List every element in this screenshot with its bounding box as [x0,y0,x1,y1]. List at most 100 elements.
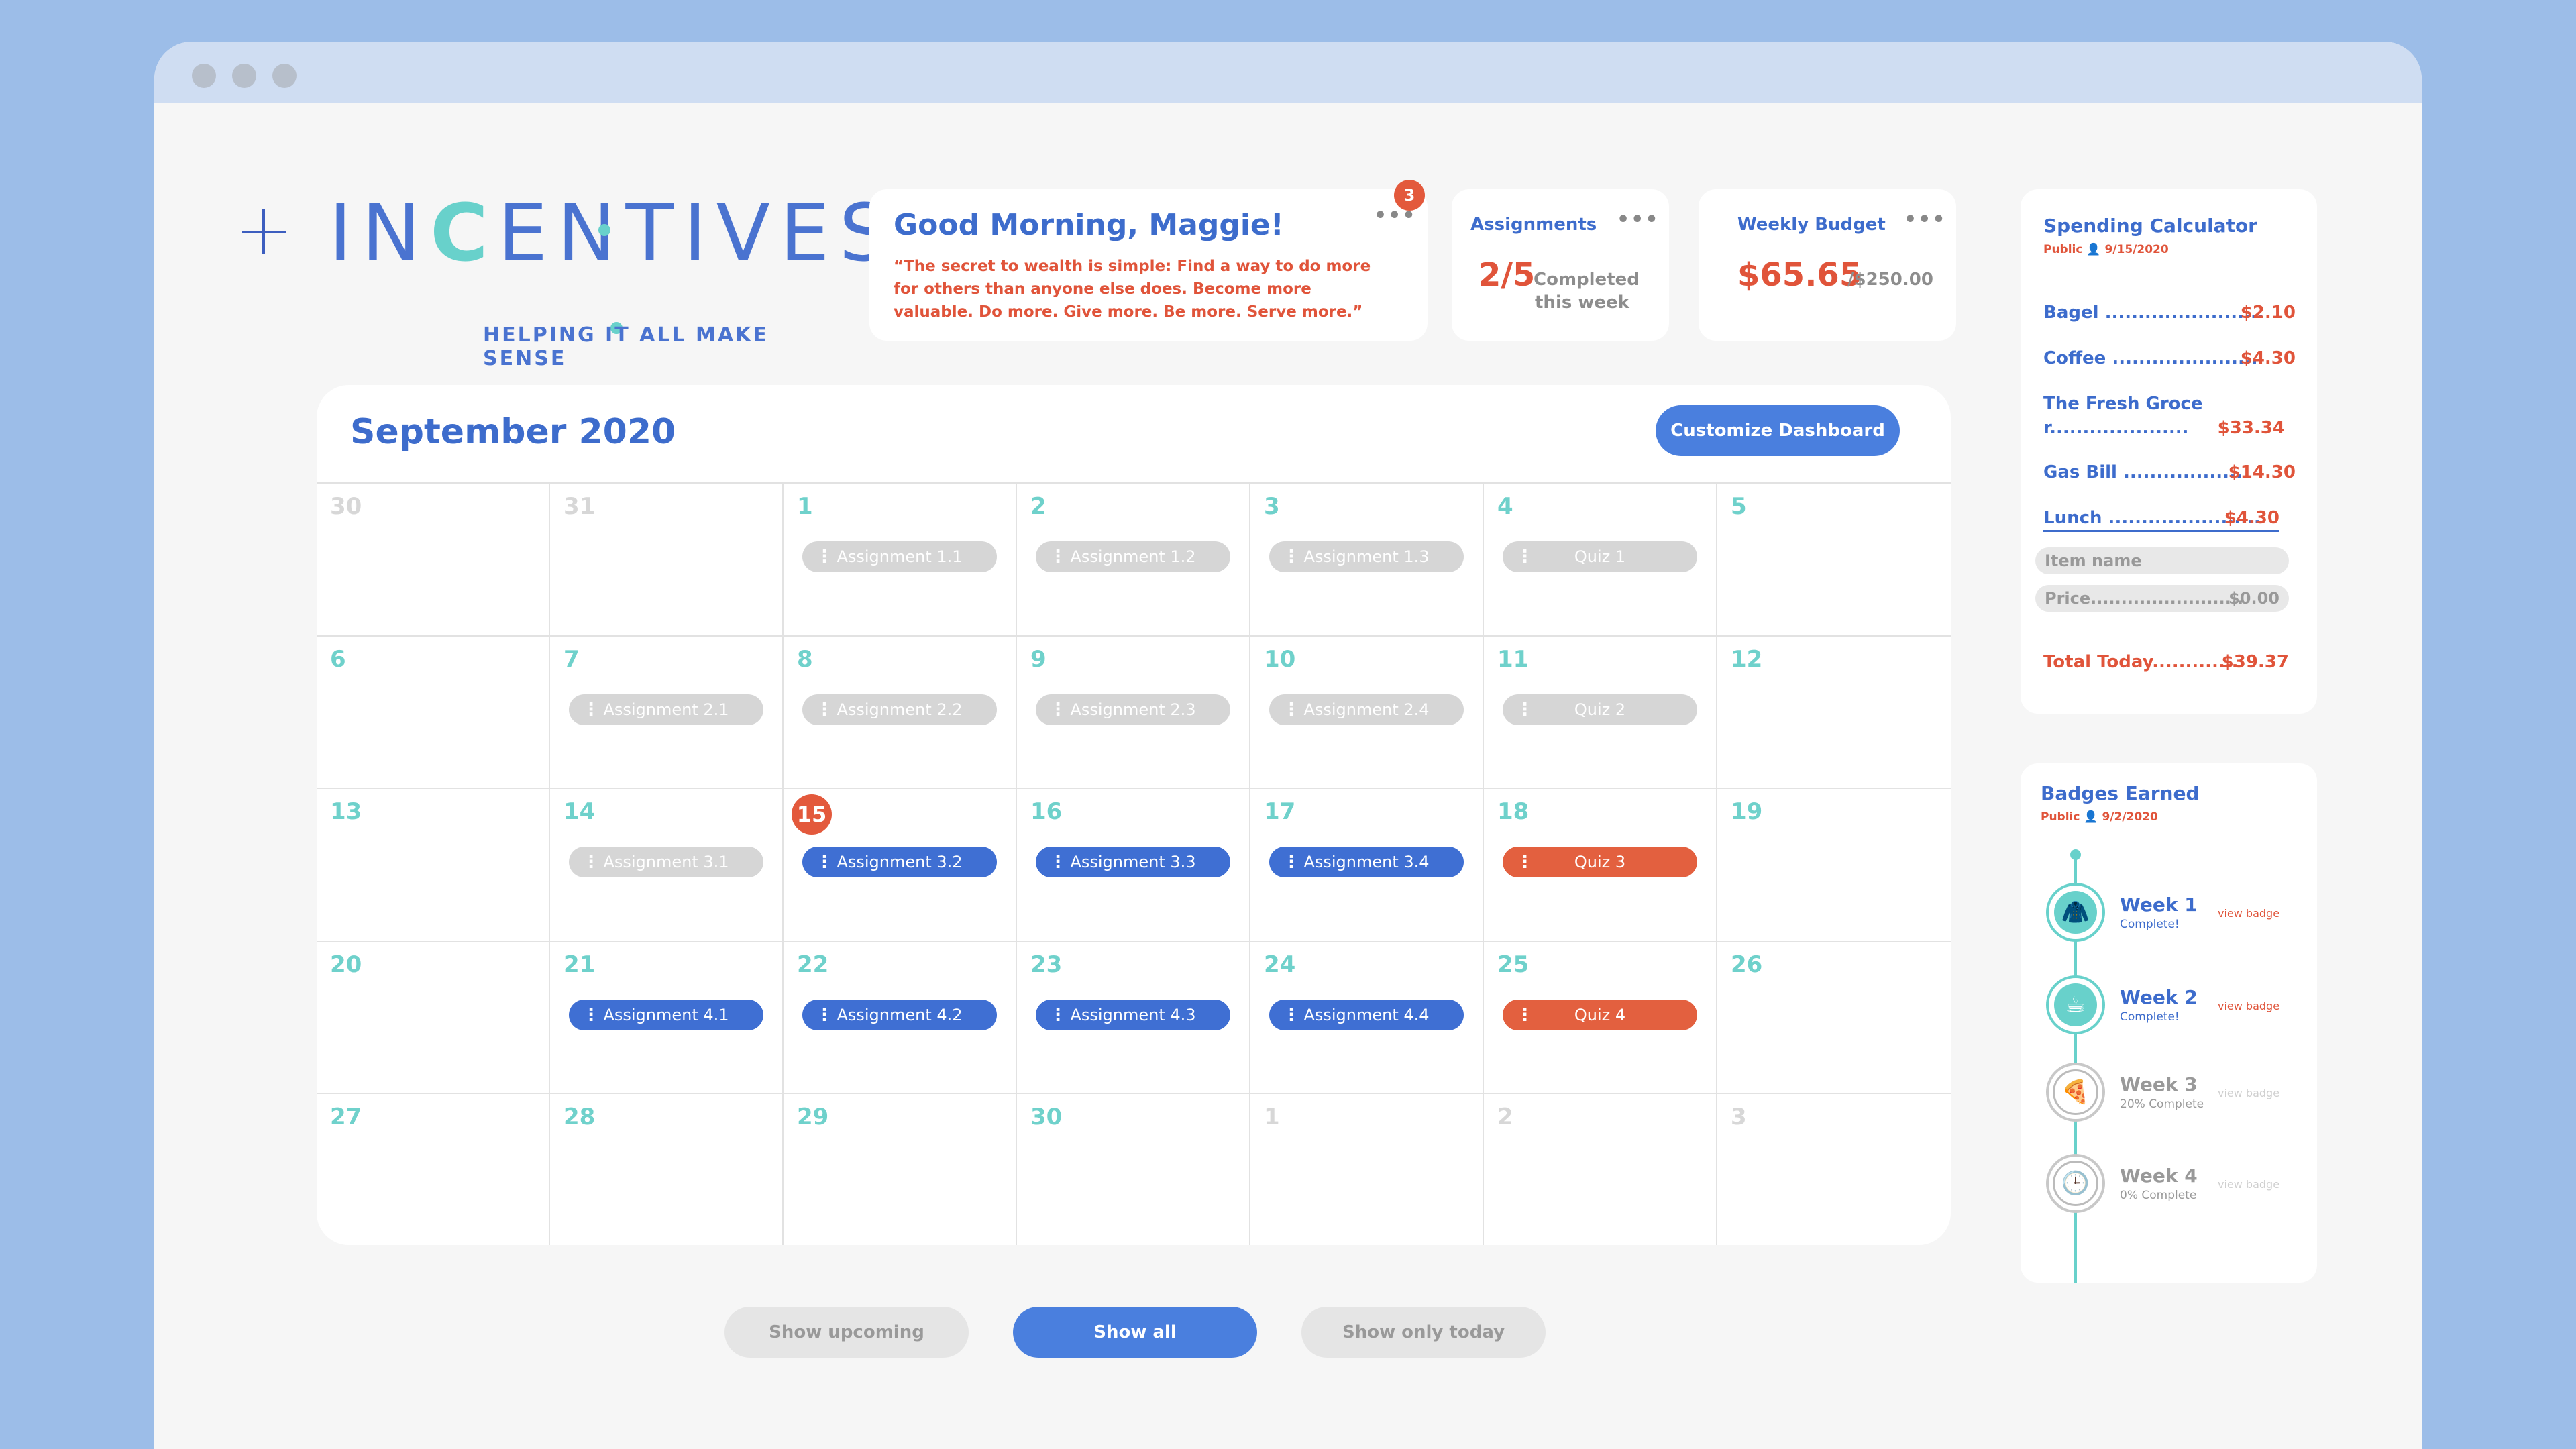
item-name-input[interactable]: Item name [2035,547,2289,574]
badge-medal[interactable]: 🕒 [2046,1154,2105,1213]
drag-handle-icon[interactable]: ⋮ [1049,694,1067,725]
badge-medal[interactable]: 🧥 [2046,883,2105,942]
calendar-day-cell[interactable]: 3 [1717,1094,1951,1245]
calendar-event-pill[interactable]: ⋮ Assignment 2.1 [569,694,763,725]
calendar-day-cell[interactable]: 21 ⋮ Assignment 4.1 [550,941,784,1095]
drag-handle-icon[interactable]: ⋮ [582,847,600,877]
more-options-icon[interactable]: ••• [1904,210,1947,230]
calendar-day-cell[interactable]: 2 ⋮ Assignment 1.2 [1017,484,1250,637]
calendar-day-cell[interactable]: 30 [317,484,550,637]
more-options-icon[interactable]: ••• [1617,210,1660,230]
calendar-day-cell[interactable]: 5 [1717,484,1951,637]
calendar-event-pill[interactable]: ⋮ Assignment 4.4 [1269,999,1464,1030]
view-badge-link[interactable]: view badge [2218,907,2279,920]
calendar-day-cell[interactable]: 3 ⋮ Assignment 1.3 [1250,484,1484,637]
calendar-day-cell[interactable]: 9 ⋮ Assignment 2.3 [1017,636,1250,790]
calendar-day-cell[interactable]: 8 ⋮ Assignment 2.2 [784,636,1017,790]
drag-handle-icon[interactable]: ⋮ [816,694,833,725]
calendar-day-cell[interactable]: 30 [1017,1094,1250,1245]
calendar-day-cell[interactable]: 7 ⋮ Assignment 2.1 [550,636,784,790]
drag-handle-icon[interactable]: ⋮ [1283,1000,1300,1030]
calendar-event-pill[interactable]: ⋮ Assignment 1.2 [1036,541,1230,572]
calendar-day-cell[interactable]: 23 ⋮ Assignment 4.3 [1017,941,1250,1095]
calendar-event-pill[interactable]: ⋮ Quiz 4 [1503,999,1697,1030]
calendar-event-pill[interactable]: ⋮ Assignment 4.2 [802,999,997,1030]
calendar-event-pill[interactable]: ⋮ Assignment 3.4 [1269,847,1464,878]
calendar-event-pill[interactable]: ⋮ Quiz 3 [1503,847,1697,878]
calendar-day-cell[interactable]: 2 [1484,1094,1717,1245]
more-options-icon[interactable]: ••• [1374,206,1417,226]
window-close-dot[interactable] [192,64,216,88]
drag-handle-icon[interactable]: ⋮ [1516,541,1534,572]
window-minimize-dot[interactable] [232,64,256,88]
calendar-day-cell[interactable]: 13 [317,789,550,942]
calendar-event-pill[interactable]: ⋮ Assignment 3.2 [802,847,997,878]
drag-handle-icon[interactable]: ⋮ [1516,847,1534,877]
drag-handle-icon[interactable]: ⋮ [1283,541,1300,572]
calendar-event-pill[interactable]: ⋮ Assignment 2.3 [1036,694,1230,725]
add-icon[interactable] [241,209,286,254]
badges-subtitle: Public 👤 9/2/2020 [2041,810,2158,824]
drag-handle-icon[interactable]: ⋮ [1283,847,1300,877]
calendar-event-pill[interactable]: ⋮ Quiz 1 [1503,541,1697,572]
calendar-event-pill[interactable]: ⋮ Assignment 4.1 [569,999,763,1030]
customize-dashboard-button[interactable]: Customize Dashboard [1656,405,1900,456]
calendar-day-cell[interactable]: 18 ⋮ Quiz 3 [1484,789,1717,942]
drag-handle-icon[interactable]: ⋮ [816,847,833,877]
drag-handle-icon[interactable]: ⋮ [582,1000,600,1030]
calendar-day-cell[interactable]: 27 [317,1094,550,1245]
drag-handle-icon[interactable]: ⋮ [1049,541,1067,572]
calendar-day-cell[interactable]: 11 ⋮ Quiz 2 [1484,636,1717,790]
drag-handle-icon[interactable]: ⋮ [1049,847,1067,877]
drag-handle-icon[interactable]: ⋮ [816,541,833,572]
day-number: 18 [1497,798,1529,826]
calendar-event-pill[interactable]: ⋮ Assignment 2.2 [802,694,997,725]
badge-medal[interactable]: ☕ [2046,975,2105,1034]
calendar-day-cell[interactable]: 17 ⋮ Assignment 3.4 [1250,789,1484,942]
calendar-day-cell[interactable]: 28 [550,1094,784,1245]
drag-handle-icon[interactable]: ⋮ [816,1000,833,1030]
drag-handle-icon[interactable]: ⋮ [1283,694,1300,725]
calendar-event-pill[interactable]: ⋮ Assignment 2.4 [1269,694,1464,725]
calendar-day-cell[interactable]: 4 ⋮ Quiz 1 [1484,484,1717,637]
drag-handle-icon[interactable]: ⋮ [1049,1000,1067,1030]
event-label: Assignment 1.3 [1303,547,1430,566]
view-badge-link[interactable]: view badge [2218,1178,2279,1191]
calendar-day-cell[interactable]: 1 ⋮ Assignment 1.1 [784,484,1017,637]
calendar-day-cell[interactable]: 6 [317,636,550,790]
calendar-day-cell[interactable]: 19 [1717,789,1951,942]
calendar-event-pill[interactable]: ⋮ Assignment 4.3 [1036,999,1230,1030]
calendar-day-cell[interactable]: 29 [784,1094,1017,1245]
show-only-today-button[interactable]: Show only today [1301,1307,1546,1358]
badge-medal[interactable]: 🍕 [2046,1063,2105,1122]
calendar-day-cell[interactable]: 10 ⋮ Assignment 2.4 [1250,636,1484,790]
notification-badge[interactable]: 3 [1394,180,1425,211]
calendar-day-cell[interactable]: 15 ⋮ Assignment 3.2 [784,789,1017,942]
calendar-event-pill[interactable]: ⋮ Quiz 2 [1503,694,1697,725]
budget-title: Weekly Budget [1737,215,1886,235]
calendar-day-cell[interactable]: 12 [1717,637,1951,790]
drag-handle-icon[interactable]: ⋮ [582,694,600,725]
view-badge-link[interactable]: view badge [2218,1087,2279,1099]
drag-handle-icon[interactable]: ⋮ [1516,694,1534,725]
calendar-day-cell[interactable]: 26 [1717,942,1951,1095]
calendar-event-pill[interactable]: ⋮ Assignment 3.1 [569,847,763,878]
price-input[interactable]: Price......................... $0.00 [2035,585,2289,612]
price-default: $0.00 [2229,589,2279,608]
calendar-day-cell[interactable]: 16 ⋮ Assignment 3.3 [1017,789,1250,942]
calendar-day-cell[interactable]: 24 ⋮ Assignment 4.4 [1250,941,1484,1095]
window-zoom-dot[interactable] [272,64,297,88]
calendar-day-cell[interactable]: 1 [1250,1094,1484,1245]
calendar-event-pill[interactable]: ⋮ Assignment 1.3 [1269,541,1464,572]
view-badge-link[interactable]: view badge [2218,1000,2279,1012]
show-upcoming-button[interactable]: Show upcoming [724,1307,969,1358]
calendar-day-cell[interactable]: 22 ⋮ Assignment 4.2 [784,941,1017,1095]
calendar-day-cell[interactable]: 14 ⋮ Assignment 3.1 [550,789,784,942]
show-all-button[interactable]: Show all [1013,1307,1257,1358]
calendar-event-pill[interactable]: ⋮ Assignment 1.1 [802,541,997,572]
calendar-day-cell[interactable]: 31 [550,484,784,637]
calendar-event-pill[interactable]: ⋮ Assignment 3.3 [1036,847,1230,878]
calendar-day-cell[interactable]: 20 [317,941,550,1095]
calendar-day-cell[interactable]: 25 ⋮ Quiz 4 [1484,941,1717,1095]
drag-handle-icon[interactable]: ⋮ [1516,1000,1534,1030]
